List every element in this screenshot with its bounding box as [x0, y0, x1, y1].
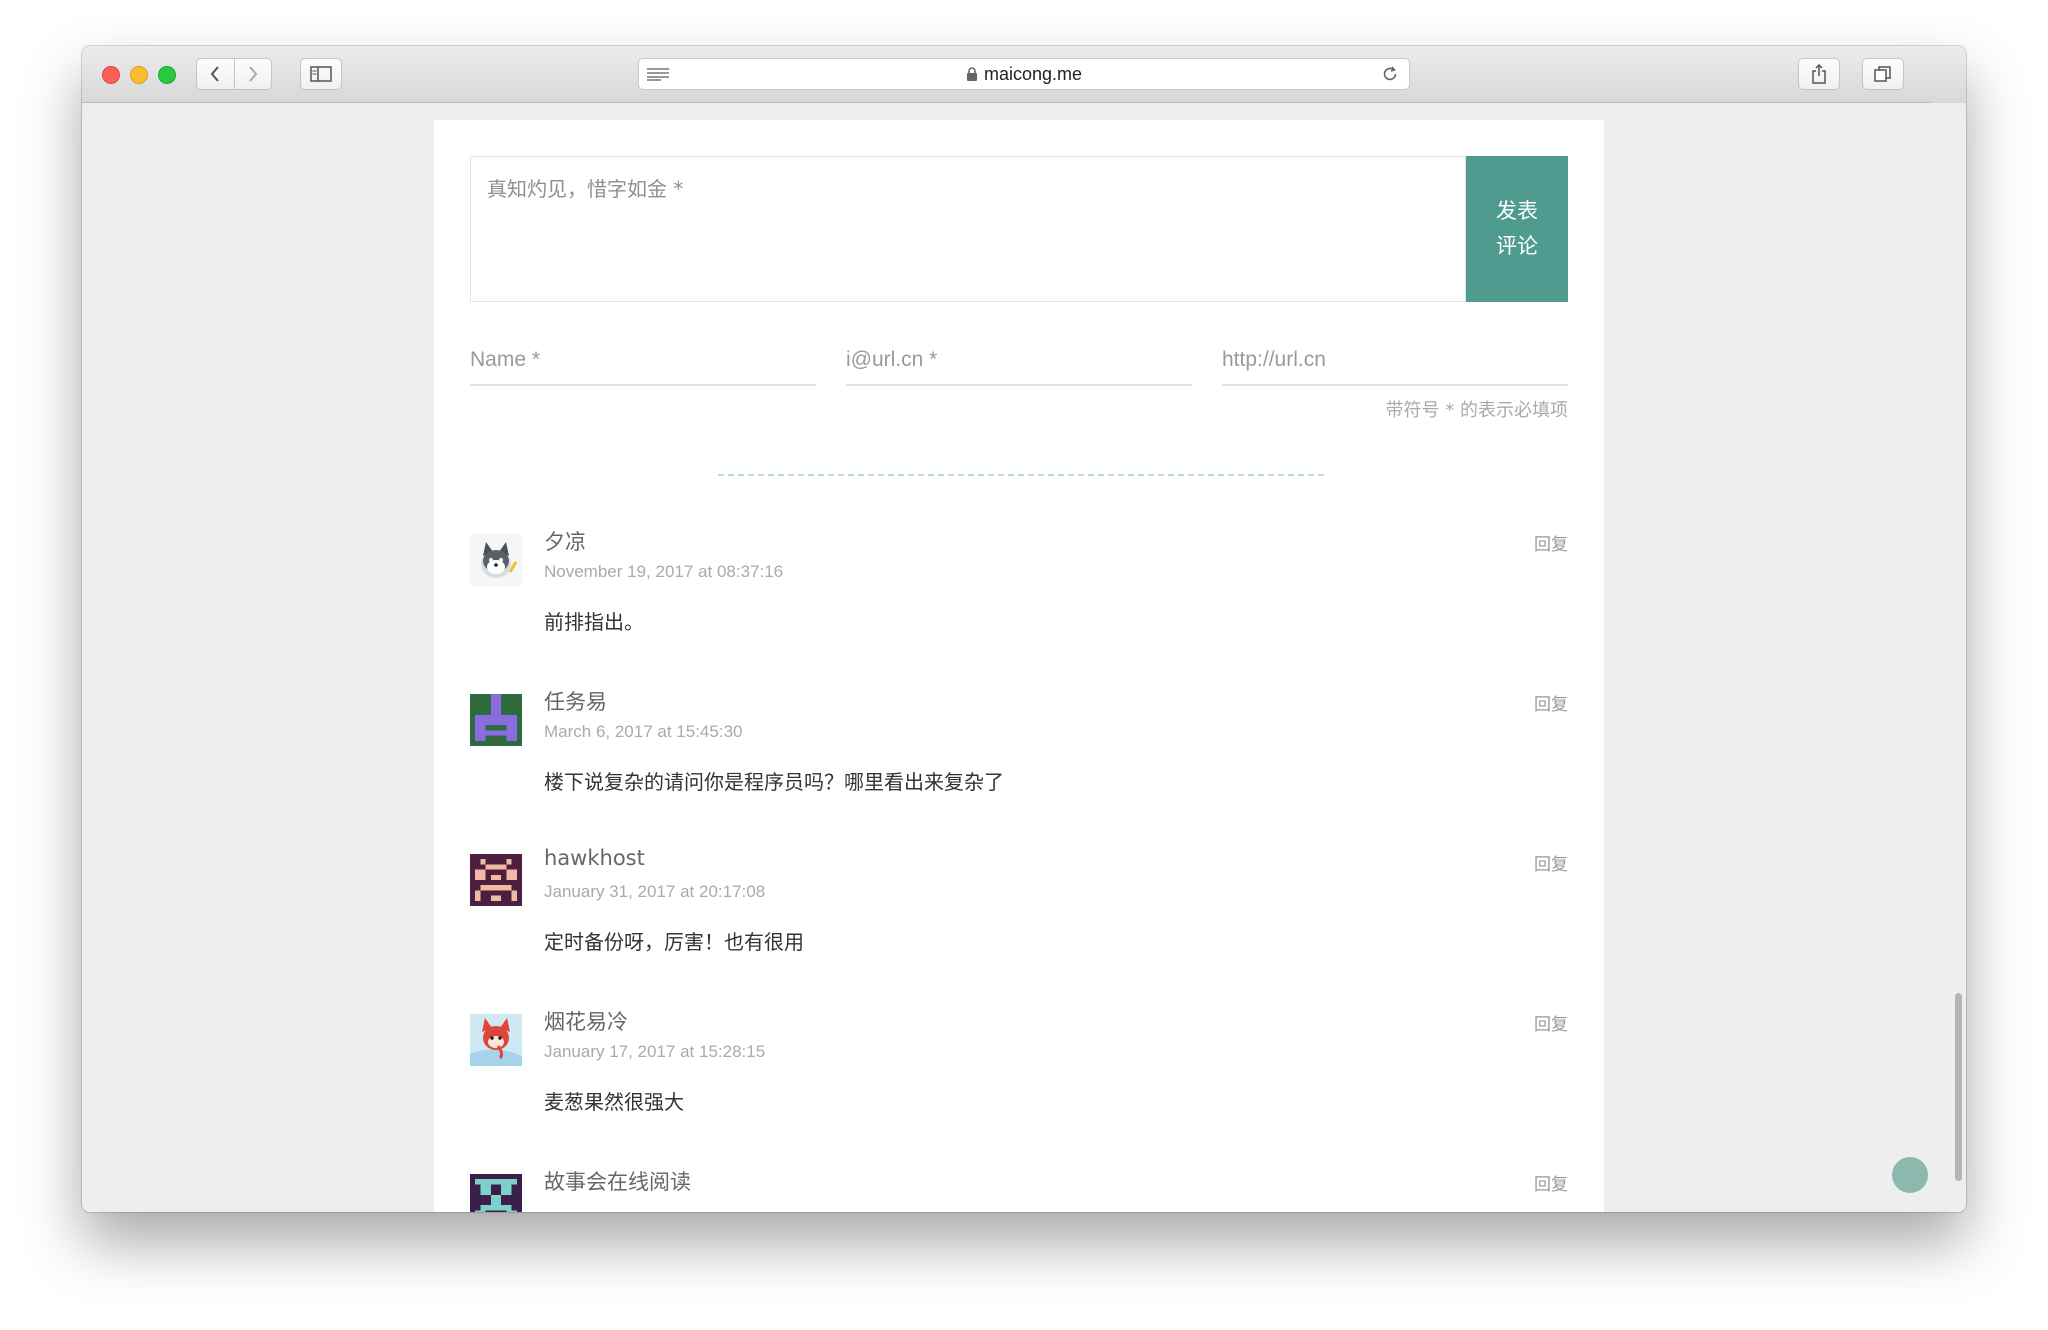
- tab-overview-button[interactable]: [1862, 58, 1904, 90]
- url-display: maicong.me: [639, 59, 1409, 89]
- comment-date: November 19, 2017 at 08:37:16: [544, 562, 784, 581]
- tabs-icon: [1874, 66, 1891, 82]
- chevron-right-icon: [248, 66, 258, 82]
- minimize-window-button[interactable]: [130, 66, 148, 84]
- section-divider: [718, 474, 1324, 476]
- avatar: [470, 1174, 522, 1212]
- comment-text: 前排指出。: [544, 610, 644, 634]
- submit-label-line1: 发表: [1496, 199, 1538, 223]
- comment-textarea-wrapper: [470, 156, 1466, 302]
- name-field: [470, 338, 816, 386]
- zoom-window-button[interactable]: [158, 66, 176, 84]
- comment-date: March 6, 2017 at 15:45:30: [544, 722, 743, 741]
- comment-author[interactable]: 夕凉: [544, 526, 586, 556]
- email-input[interactable]: [846, 338, 1192, 382]
- name-input[interactable]: [470, 338, 816, 382]
- website-input[interactable]: [1222, 338, 1568, 382]
- back-button[interactable]: [197, 59, 234, 89]
- url-text: maicong.me: [983, 64, 1083, 84]
- comment-author[interactable]: hawkhost: [544, 846, 645, 870]
- comment-item: 任务易 March 6, 2017 at 15:45:30 楼下说复杂的请问你是…: [470, 686, 1568, 826]
- avatar: [470, 534, 522, 586]
- comment-date: January 17, 2017 at 15:28:15: [544, 1042, 766, 1061]
- comment-item: hawkhost January 31, 2017 at 20:17:08 定时…: [470, 846, 1568, 986]
- page-viewport: 发表 评论 带符号 * 的表示必填项: [82, 103, 1966, 1212]
- lock-icon: [966, 67, 977, 81]
- comment-item: 故事会在线阅读 回复: [470, 1166, 1568, 1212]
- share-icon: [1812, 64, 1826, 84]
- browser-window: maicong.me + 发表 评论: [82, 46, 1966, 1212]
- comment-author[interactable]: 故事会在线阅读: [544, 1166, 691, 1196]
- submit-comment-button[interactable]: 发表 评论: [1466, 156, 1568, 302]
- share-button[interactable]: [1798, 58, 1840, 90]
- forward-button[interactable]: [233, 59, 272, 89]
- comment-author[interactable]: 任务易: [544, 686, 607, 716]
- avatar: [470, 1014, 522, 1066]
- close-window-button[interactable]: [102, 66, 120, 84]
- comment-text: 楼下说复杂的请问你是程序员吗？哪里看出来复杂了: [544, 770, 1004, 794]
- back-to-top-button[interactable]: [1892, 1157, 1928, 1193]
- reply-link[interactable]: 回复: [1534, 530, 1568, 555]
- comment-author[interactable]: 烟花易冷: [544, 1006, 628, 1036]
- vertical-scrollbar[interactable]: [1955, 993, 1962, 1181]
- reply-link[interactable]: 回复: [1534, 1170, 1568, 1195]
- reply-link[interactable]: 回复: [1534, 850, 1568, 875]
- address-bar[interactable]: maicong.me: [638, 58, 1410, 90]
- sidebar-button[interactable]: [300, 58, 342, 90]
- avatar: [470, 694, 522, 746]
- avatar: [470, 854, 522, 906]
- reply-link[interactable]: 回复: [1534, 690, 1568, 715]
- submit-label-line2: 评论: [1496, 234, 1538, 258]
- browser-toolbar: maicong.me: [82, 46, 1966, 103]
- comment-input[interactable]: [471, 157, 1465, 301]
- comment-item: 烟花易冷 January 17, 2017 at 15:28:15 麦葱果然很强…: [470, 1006, 1568, 1146]
- sidebar-icon: [310, 66, 332, 82]
- comment-text: 麦葱果然很强大: [544, 1090, 684, 1114]
- website-field: [1222, 338, 1568, 386]
- reply-link[interactable]: 回复: [1534, 1010, 1568, 1035]
- required-fields-note: 带符号 * 的表示必填项: [1385, 400, 1568, 421]
- comment-date: January 31, 2017 at 20:17:08: [544, 882, 766, 901]
- comments-section: 发表 评论 带符号 * 的表示必填项: [434, 120, 1604, 1212]
- email-field: [846, 338, 1192, 386]
- navigation-buttons: [196, 58, 272, 90]
- chevron-left-icon: [210, 66, 220, 82]
- comment-text: 定时备份呀，厉害！也有很用: [544, 930, 804, 954]
- comment-item: 夕凉 November 19, 2017 at 08:37:16 前排指出。 回…: [470, 526, 1568, 666]
- reload-icon[interactable]: [1381, 65, 1399, 83]
